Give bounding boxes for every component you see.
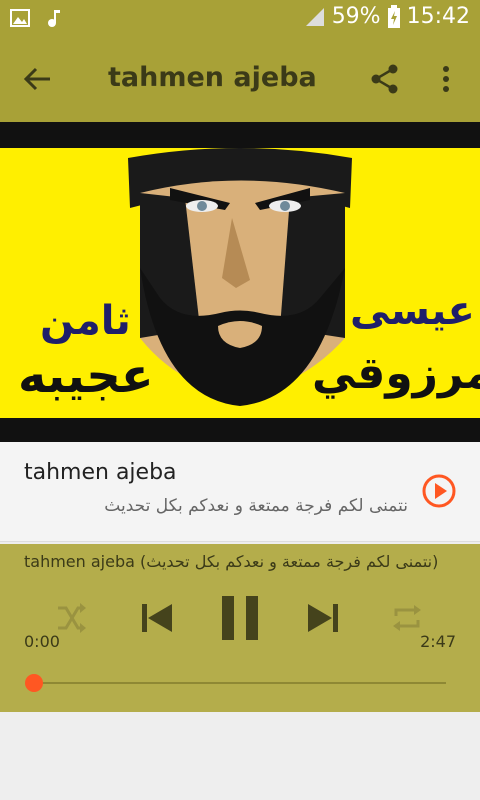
empty-content-area [0,712,480,800]
image-icon [10,9,30,27]
skip-next-icon[interactable] [304,596,342,640]
cover-text-top-left: ثامن [40,298,131,344]
time-total: 2:47 [420,632,456,651]
app-bar: tahmen ajeba [0,38,480,122]
track-list-item[interactable]: tahmen ajeba نتمنى لكم فرجة ممتعة و نعدك… [0,442,480,542]
now-playing-text: tahmen ajeba (نتمنى لكم فرجة ممتعة و نعد… [24,552,439,571]
seek-bar[interactable] [34,682,446,684]
battery-percent: 59% [331,4,381,29]
skip-previous-icon[interactable] [138,596,176,640]
page-title: tahmen ajeba [108,62,317,93]
back-arrow-icon[interactable] [20,62,54,96]
track-subtitle: نتمنى لكم فرجة ممتعة و نعدكم بكل تحديث [104,496,408,516]
cover-art: عيسى المرزوقي ثامن عجيبه [0,122,480,442]
battery-charging-icon [387,4,400,28]
cover-text-bottom-right: المرزوقي [312,348,480,399]
play-circle-icon[interactable] [420,472,458,510]
pause-icon[interactable] [218,596,262,640]
share-icon[interactable] [368,62,402,96]
cover-text-top-right: عيسى [350,288,475,334]
time-current: 0:00 [24,632,60,651]
status-bar: 59% 15:42 [0,0,480,38]
music-note-icon [48,10,60,27]
seek-thumb[interactable] [25,674,43,692]
more-vert-icon[interactable] [436,62,456,96]
clock: 15:42 [406,4,470,29]
player-panel: tahmen ajeba (نتمنى لكم فرجة ممتعة و نعد… [0,544,480,712]
cover-image: عيسى المرزوقي ثامن عجيبه [0,148,480,418]
repeat-icon[interactable] [390,596,424,640]
cover-text-bottom-left: عجيبه [18,348,154,404]
track-title: tahmen ajeba [24,460,177,485]
signal-icon [305,7,324,26]
